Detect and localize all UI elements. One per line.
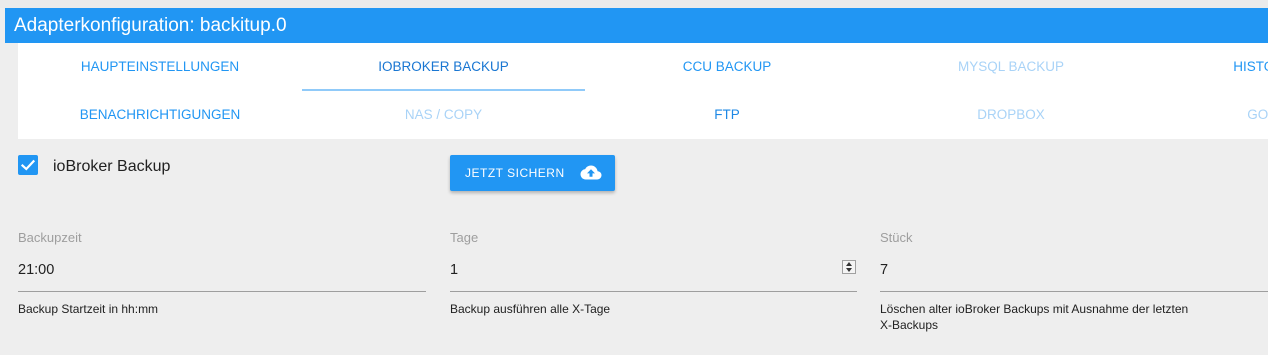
tabs-panel: HAUPTEINSTELLUNGEN IOBROKER BACKUP CCU B… — [18, 43, 1268, 139]
tage-field: Tage 1 Backup ausführen alle X-Tage — [450, 230, 858, 316]
backup-now-button-label: JETZT SICHERN — [465, 166, 565, 180]
stueck-underline — [880, 291, 1268, 292]
backupzeit-field: Backupzeit 21:00 Backup Startzeit in hh:… — [18, 230, 426, 316]
backupzeit-underline — [18, 291, 426, 292]
tab-dropbox[interactable]: DROPBOX — [869, 91, 1153, 139]
stueck-field: Stück 7 Löschen alter ioBroker Backups m… — [880, 230, 1268, 332]
backup-now-button[interactable]: JETZT SICHERN — [450, 155, 615, 191]
tage-underline — [450, 291, 857, 292]
spinner-down-icon[interactable] — [843, 267, 855, 273]
tab-nas-copy[interactable]: NAS / COPY — [302, 91, 585, 139]
tab-iobroker-backup[interactable]: IOBROKER BACKUP — [302, 43, 585, 91]
tage-help: Backup ausführen alle X-Tage — [450, 302, 611, 316]
tab-benachrichtigungen[interactable]: BENACHRICHTIGUNGEN — [18, 91, 302, 139]
adapter-config-page: Adapterkonfiguration: backitup.0 HAUPTEI… — [0, 0, 1268, 355]
stueck-help-line-2: X-Backups — [880, 318, 939, 332]
tab-mysql-backup[interactable]: MYSQL BACKUP — [869, 43, 1153, 91]
tab-ccu-backup[interactable]: CCU BACKUP — [585, 43, 869, 91]
window-title: Adapterkonfiguration: backitup.0 — [5, 8, 1268, 43]
tab-haupteinstellungen[interactable]: HAUPTEINSTELLUNGEN — [18, 43, 302, 91]
stueck-help-line-1: Löschen alter ioBroker Backups mit Ausna… — [880, 302, 1189, 316]
top-strip — [0, 0, 1268, 8]
backupzeit-help: Backup Startzeit in hh:mm — [18, 302, 159, 316]
cloud-upload-icon — [580, 165, 602, 181]
iobroker-backup-checkbox[interactable] — [18, 155, 38, 175]
tab-google-drive[interactable]: GOO — [1153, 91, 1268, 139]
stueck-label: Stück — [880, 230, 913, 245]
stueck-input[interactable]: 7 — [880, 262, 888, 278]
stueck-help: Löschen alter ioBroker Backups mit Ausna… — [880, 301, 1268, 333]
tage-input[interactable]: 1 — [450, 262, 458, 278]
tage-label: Tage — [450, 230, 479, 245]
iobroker-backup-checkbox-label[interactable]: ioBroker Backup — [53, 158, 170, 176]
backupzeit-input[interactable]: 21:00 — [18, 262, 54, 278]
backupzeit-label: Backupzeit — [18, 230, 82, 245]
tage-spinner-arrows-icon[interactable] — [842, 260, 856, 274]
tab-ftp[interactable]: FTP — [585, 91, 869, 139]
check-icon — [20, 159, 36, 171]
tab-history[interactable]: HISTORY — [1153, 43, 1268, 91]
